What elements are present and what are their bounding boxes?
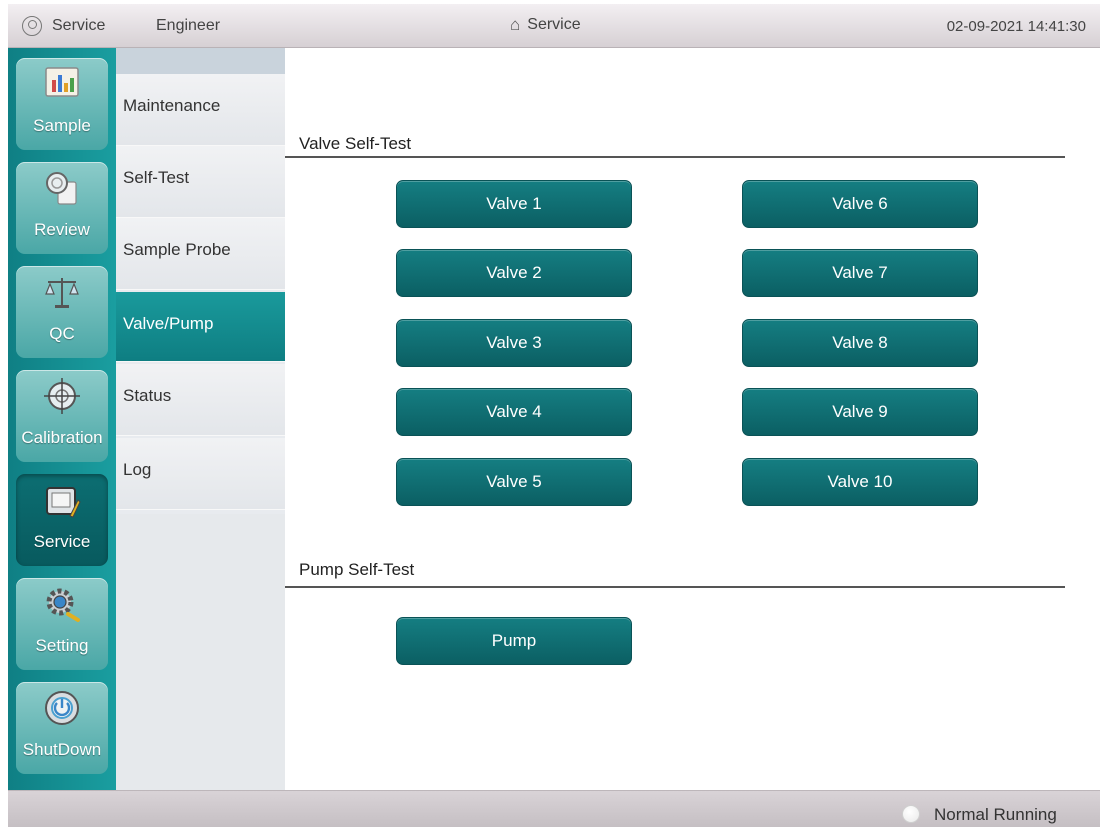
valve-5-button[interactable]: Valve 5 xyxy=(396,458,632,506)
user-role: Service xyxy=(52,17,106,34)
valve-1-button[interactable]: Valve 1 xyxy=(396,180,632,228)
submenu-item-status[interactable]: Status xyxy=(116,364,285,436)
submenu-item-log[interactable]: Log xyxy=(116,438,285,510)
setting-gear-icon xyxy=(46,588,80,622)
pump-section-title: Pump Self-Test xyxy=(299,560,415,579)
status-text: Normal Running xyxy=(934,805,1057,824)
module-shutdown-button[interactable]: ShutDown xyxy=(16,682,108,774)
valve-6-button[interactable]: Valve 6 xyxy=(742,180,978,228)
valve-3-button[interactable]: Valve 3 xyxy=(396,319,632,367)
sample-chart-icon xyxy=(45,67,79,97)
module-calibration-button[interactable]: Calibration xyxy=(16,370,108,462)
shutdown-power-icon xyxy=(45,691,79,725)
calibration-crosshair-icon xyxy=(44,378,80,414)
user-level: Engineer xyxy=(156,17,221,34)
module-review-button[interactable]: Review xyxy=(16,162,108,254)
user-icon[interactable] xyxy=(22,16,42,36)
module-qc-button[interactable]: QC xyxy=(16,266,108,358)
main-content: Valve Self-Test Valve 1 Valve 2 Valve 3 … xyxy=(285,48,1100,790)
top-bar: Service Engineer ⌂ Service 02-09-2021 14… xyxy=(8,4,1100,48)
qc-balance-icon xyxy=(45,278,79,308)
page-title: ⌂ Service xyxy=(510,16,581,34)
pump-section-divider xyxy=(285,586,1065,588)
submenu-item-maintenance[interactable]: Maintenance xyxy=(116,74,285,146)
valve-7-button[interactable]: Valve 7 xyxy=(742,249,978,297)
module-setting-button[interactable]: Setting xyxy=(16,578,108,670)
status-bar: Normal Running xyxy=(8,790,1100,827)
page-title-text: Service xyxy=(527,16,581,33)
module-label: Service xyxy=(33,532,91,551)
submenu-item-valve-pump[interactable]: Valve/Pump xyxy=(116,292,285,362)
datetime: 02-09-2021 14:41:30 xyxy=(946,18,1086,35)
review-magnifier-icon xyxy=(46,172,77,205)
service-toolbox-icon xyxy=(46,487,81,518)
valve-2-button[interactable]: Valve 2 xyxy=(396,249,632,297)
pump-button[interactable]: Pump xyxy=(396,617,632,665)
submenu-empty-area xyxy=(116,514,285,790)
submenu-item-sample-probe[interactable]: Sample Probe xyxy=(116,218,285,290)
module-label: Setting xyxy=(35,636,89,655)
valve-section-title: Valve Self-Test xyxy=(299,134,412,153)
submenu-header-strip xyxy=(116,48,285,74)
valve-section-divider xyxy=(285,156,1065,158)
module-label: ShutDown xyxy=(22,740,102,759)
module-label: Sample xyxy=(33,116,91,135)
module-bar: Sample Review QC Calibration Service Set… xyxy=(8,48,116,790)
submenu-item-self-test[interactable]: Self-Test xyxy=(116,146,285,218)
valve-8-button[interactable]: Valve 8 xyxy=(742,319,978,367)
valve-10-button[interactable]: Valve 10 xyxy=(742,458,978,506)
service-submenu: Maintenance Self-Test Sample Probe Valve… xyxy=(116,48,285,790)
valve-4-button[interactable]: Valve 4 xyxy=(396,388,632,436)
module-label: Calibration xyxy=(21,428,103,447)
module-service-button[interactable]: Service xyxy=(16,474,108,566)
building-icon: ⌂ xyxy=(510,15,521,34)
valve-9-button[interactable]: Valve 9 xyxy=(742,388,978,436)
module-label: Review xyxy=(34,220,90,239)
status-indicator-icon xyxy=(902,805,920,823)
module-sample-button[interactable]: Sample xyxy=(16,58,108,150)
module-label: QC xyxy=(49,324,75,343)
